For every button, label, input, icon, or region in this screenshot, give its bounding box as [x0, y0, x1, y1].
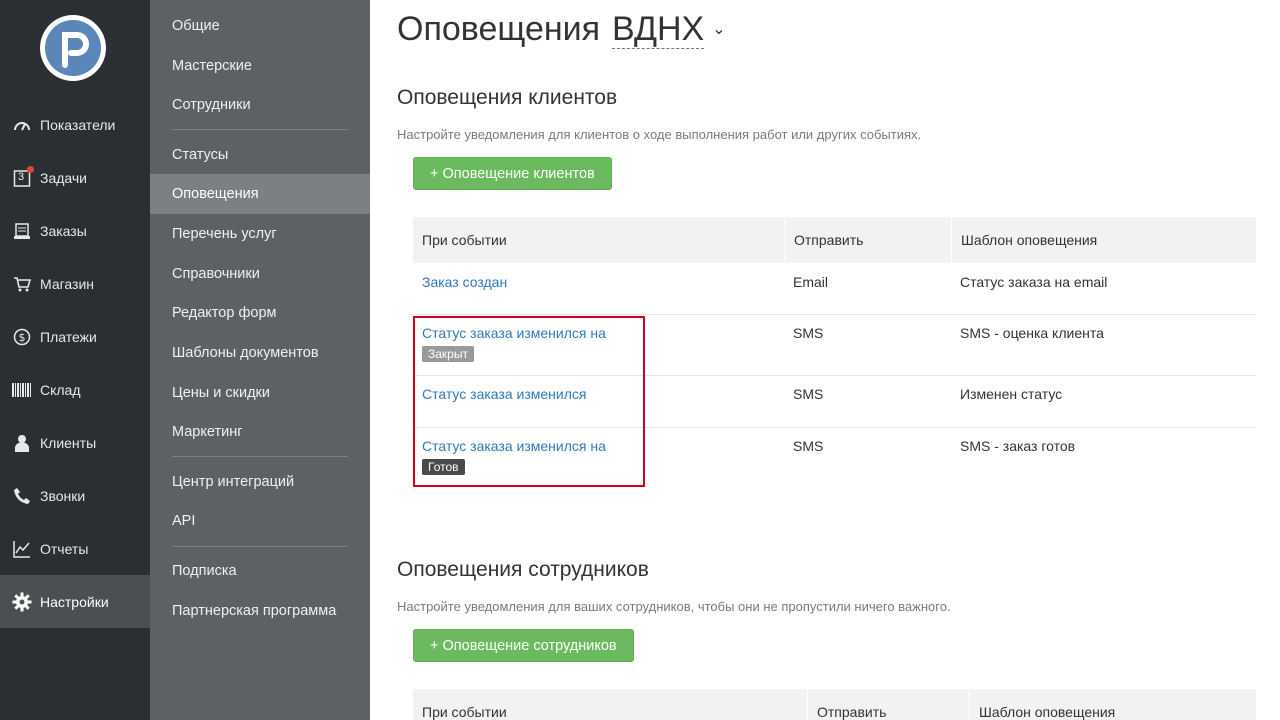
column-header-send: Отправить: [817, 704, 887, 720]
phone-icon: [12, 486, 32, 506]
submenu-item-notifications[interactable]: Оповещения: [150, 174, 370, 214]
nav-item-clients[interactable]: Клиенты: [0, 416, 150, 469]
event-link[interactable]: Заказ создан: [422, 274, 507, 290]
submenu-item-references[interactable]: Справочники: [150, 254, 370, 294]
employees-notifications-table: При событии Отправить Шаблон оповещения: [413, 689, 1256, 720]
nav-item-label: Заказы: [40, 222, 87, 239]
column-header-template: Шаблон оповещения: [979, 704, 1116, 720]
table-header: При событии Отправить Шаблон оповещения: [413, 689, 1256, 720]
event-cell: Статус заказа изменился на Закрыт: [422, 325, 606, 362]
send-channel: SMS: [793, 325, 824, 341]
table-row[interactable]: Статус заказа изменился на Закрыт SMS SM…: [413, 315, 1256, 376]
submenu-item-services[interactable]: Перечень услуг: [150, 214, 370, 254]
event-cell: Статус заказа изменился на Готов: [422, 438, 606, 475]
submenu-item-subscription[interactable]: Подписка: [150, 551, 370, 591]
send-channel: SMS: [793, 438, 824, 454]
submenu-divider: [172, 129, 348, 130]
app-logo[interactable]: [40, 15, 106, 81]
column-header-send: Отправить: [794, 232, 864, 248]
employees-section-heading: Оповещения сотрудников: [397, 558, 649, 581]
column-header-event: При событии: [422, 704, 507, 720]
gauge-icon: [12, 115, 32, 135]
column-header-event: При событии: [422, 232, 507, 248]
add-client-notification-button[interactable]: + Оповещение клиентов: [413, 157, 612, 190]
event-link[interactable]: Статус заказа изменился на: [422, 438, 606, 454]
submenu-item-doc-templates[interactable]: Шаблоны документов: [150, 333, 370, 373]
cart-icon: [12, 274, 32, 294]
submenu-item-statuses[interactable]: Статусы: [150, 135, 370, 175]
submenu-item-employees[interactable]: Сотрудники: [150, 85, 370, 125]
template-name: Статус заказа на email: [960, 274, 1108, 290]
nav-item-shop[interactable]: Магазин: [0, 257, 150, 310]
table-row[interactable]: Статус заказа изменился SMS Изменен стат…: [413, 376, 1256, 428]
main-nav: Показатели 3 Задачи Заказы Магазин $ Пла…: [0, 0, 150, 720]
table-row[interactable]: Статус заказа изменился на Готов SMS SMS…: [413, 428, 1256, 487]
table-row[interactable]: Заказ создан Email Статус заказа на emai…: [413, 263, 1256, 315]
user-icon: [12, 433, 32, 453]
chart-icon: [12, 539, 32, 559]
location-selector[interactable]: ВДНХ: [612, 10, 705, 50]
template-name: SMS - заказ готов: [960, 438, 1076, 454]
nav-item-tasks[interactable]: 3 Задачи: [0, 151, 150, 204]
nav-item-label: Звонки: [40, 487, 86, 504]
nav-item-orders[interactable]: Заказы: [0, 204, 150, 257]
submenu-item-api[interactable]: API: [150, 501, 370, 541]
submenu-item-prices[interactable]: Цены и скидки: [150, 373, 370, 413]
settings-submenu: Общие Мастерские Сотрудники Статусы Опов…: [150, 0, 370, 720]
nav-item-settings[interactable]: Настройки: [0, 575, 150, 628]
nav-item-dashboard[interactable]: Показатели: [0, 98, 150, 151]
submenu-divider: [172, 456, 348, 457]
nav-item-label: Задачи: [40, 169, 88, 186]
nav-item-label: Магазин: [40, 275, 95, 292]
submenu-item-form-editor[interactable]: Редактор форм: [150, 293, 370, 333]
page-title: Оповещения ВДНХ ⌄: [397, 10, 726, 50]
svg-text:$: $: [19, 331, 26, 344]
template-name: Изменен статус: [960, 386, 1063, 402]
nav-item-reports[interactable]: Отчеты: [0, 522, 150, 575]
column-header-template: Шаблон оповещения: [961, 232, 1098, 248]
orders-icon: [12, 221, 32, 241]
template-name: SMS - оценка клиента: [960, 325, 1104, 341]
nav-item-payments[interactable]: $ Платежи: [0, 310, 150, 363]
nav-item-label: Платежи: [40, 328, 97, 345]
status-badge: Готов: [422, 459, 465, 475]
add-employee-notification-button[interactable]: + Оповещение сотрудников: [413, 629, 634, 662]
dollar-icon: $: [12, 327, 32, 347]
submenu-divider: [172, 546, 348, 547]
clients-section-heading: Оповещения клиентов: [397, 86, 618, 109]
gear-icon: [12, 592, 32, 612]
nav-item-label: Отчеты: [40, 540, 89, 557]
event-link[interactable]: Статус заказа изменился на: [422, 325, 606, 341]
page-title-text: Оповещения: [397, 10, 601, 48]
table-header: При событии Отправить Шаблон оповещения: [413, 217, 1256, 263]
nav-item-label: Склад: [40, 381, 81, 398]
nav-item-calls[interactable]: Звонки: [0, 469, 150, 522]
nav-item-label: Настройки: [40, 593, 109, 610]
event-link[interactable]: Статус заказа изменился: [422, 386, 586, 402]
calendar-day: 3: [18, 170, 25, 183]
submenu-item-workshops[interactable]: Мастерские: [150, 46, 370, 86]
main-content: Оповещения ВДНХ ⌄ Оповещения клиентов На…: [370, 0, 1280, 720]
nav-item-warehouse[interactable]: Склад: [0, 363, 150, 416]
send-channel: SMS: [793, 386, 824, 402]
calendar-icon: 3: [12, 165, 34, 188]
clients-notifications-table: При событии Отправить Шаблон оповещения …: [413, 217, 1256, 487]
clients-section-description: Настройте уведомления для клиентов о ход…: [397, 127, 922, 142]
barcode-icon: [12, 380, 32, 400]
nav-item-label: Клиенты: [40, 434, 97, 451]
submenu-item-general[interactable]: Общие: [150, 6, 370, 46]
submenu-item-marketing[interactable]: Маркетинг: [150, 412, 370, 452]
submenu-item-partner[interactable]: Партнерская программа: [150, 591, 370, 631]
nav-item-label: Показатели: [40, 116, 116, 133]
employees-section-description: Настройте уведомления для ваших сотрудни…: [397, 599, 951, 614]
submenu-item-integrations[interactable]: Центр интеграций: [150, 462, 370, 502]
send-channel: Email: [793, 274, 829, 290]
status-badge: Закрыт: [422, 346, 474, 362]
notification-dot: [27, 165, 34, 173]
chevron-down-icon[interactable]: ⌄: [712, 19, 725, 39]
